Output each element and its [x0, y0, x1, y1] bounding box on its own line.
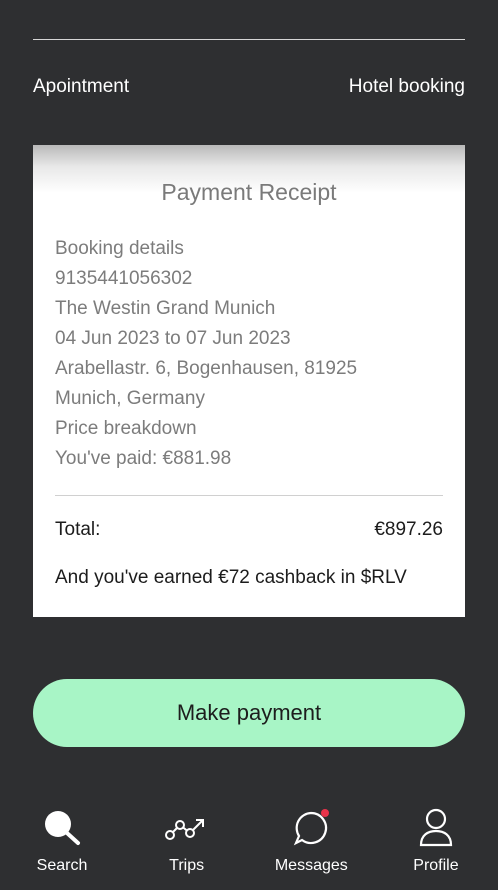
search-icon	[39, 805, 85, 851]
detail-line: Booking details	[55, 238, 184, 259]
section-labels: Apointment Hotel booking	[33, 76, 465, 98]
total-row: Total: €897.26	[55, 519, 443, 541]
tab-profile[interactable]: Profile	[386, 805, 486, 890]
detail-line: You've paid: €881.98	[55, 448, 232, 469]
tab-search[interactable]: Search	[12, 805, 112, 890]
total-label: Total:	[55, 519, 101, 540]
receipt-divider	[55, 495, 443, 496]
detail-line: The Westin Grand Munich	[55, 298, 276, 319]
receipt-title: Payment Receipt	[161, 179, 337, 205]
chat-bubble-icon	[288, 805, 334, 851]
booking-details: Booking details 9135441056302 The Westin…	[55, 234, 445, 474]
detail-line: Munich, Germany	[55, 388, 205, 409]
appointment-label[interactable]: Apointment	[33, 76, 129, 98]
profile-icon	[413, 805, 459, 851]
detail-line: Price breakdown	[55, 418, 197, 439]
detail-line: 9135441056302	[55, 268, 193, 289]
tab-label: Search	[36, 857, 88, 874]
tab-label: Profile	[413, 857, 459, 874]
detail-line: Arabellastr. 6, Bogenhausen, 81925	[55, 358, 358, 379]
tab-messages[interactable]: Messages	[261, 805, 361, 890]
top-divider	[33, 39, 465, 40]
tab-trips[interactable]: Trips	[137, 805, 237, 890]
bottom-tab-bar: Search Trips Messages Profile	[0, 805, 498, 890]
screen: Apointment Hotel booking Payment Receipt…	[0, 0, 498, 890]
hotel-booking-label[interactable]: Hotel booking	[349, 76, 465, 98]
cashback-text: And you've earned €72 cashback in $RLV	[55, 567, 407, 588]
make-payment-button[interactable]: Make payment	[33, 679, 465, 747]
payment-receipt-card: Payment Receipt Booking details 91354410…	[33, 145, 465, 617]
total-value: €897.26	[374, 519, 443, 540]
detail-line: 04 Jun 2023 to 07 Jun 2023	[55, 328, 291, 349]
tab-label: Messages	[274, 857, 348, 874]
tab-label: Trips	[169, 857, 205, 874]
trips-icon	[164, 805, 210, 851]
